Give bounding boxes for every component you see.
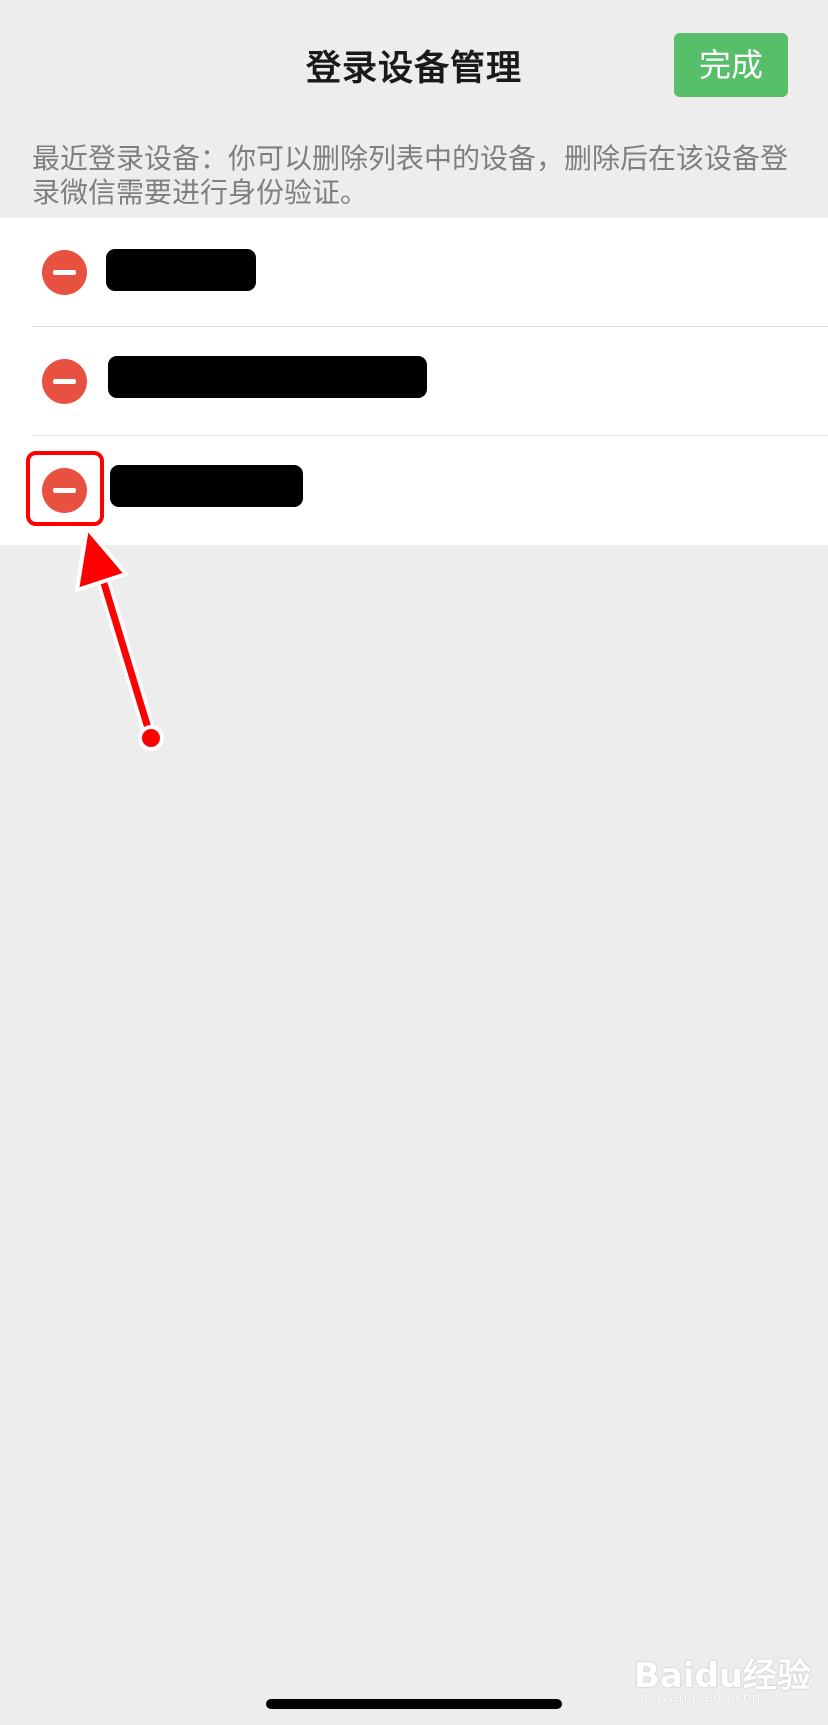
device-row[interactable] [0, 436, 828, 545]
annotation-highlight-box [26, 451, 104, 526]
device-name-redacted [108, 356, 427, 398]
device-row[interactable] [0, 327, 828, 436]
device-row[interactable] [0, 218, 828, 327]
watermark-url: jingyan.baidu.com [636, 1690, 766, 1706]
device-name-redacted [110, 465, 303, 507]
watermark: Baidu经验 jingyan.baidu.com [634, 1648, 814, 1708]
device-list [0, 218, 828, 545]
device-name-redacted [106, 249, 256, 291]
home-indicator[interactable] [266, 1699, 562, 1709]
nav-bar: 登录设备管理 完成 [0, 0, 828, 130]
device-list-description: 最近登录设备：你可以删除列表中的设备，删除后在该设备登录微信需要进行身份验证。 [32, 142, 789, 209]
minus-circle-icon[interactable] [42, 250, 87, 295]
done-button[interactable]: 完成 [674, 33, 788, 97]
minus-circle-icon[interactable] [42, 359, 87, 404]
